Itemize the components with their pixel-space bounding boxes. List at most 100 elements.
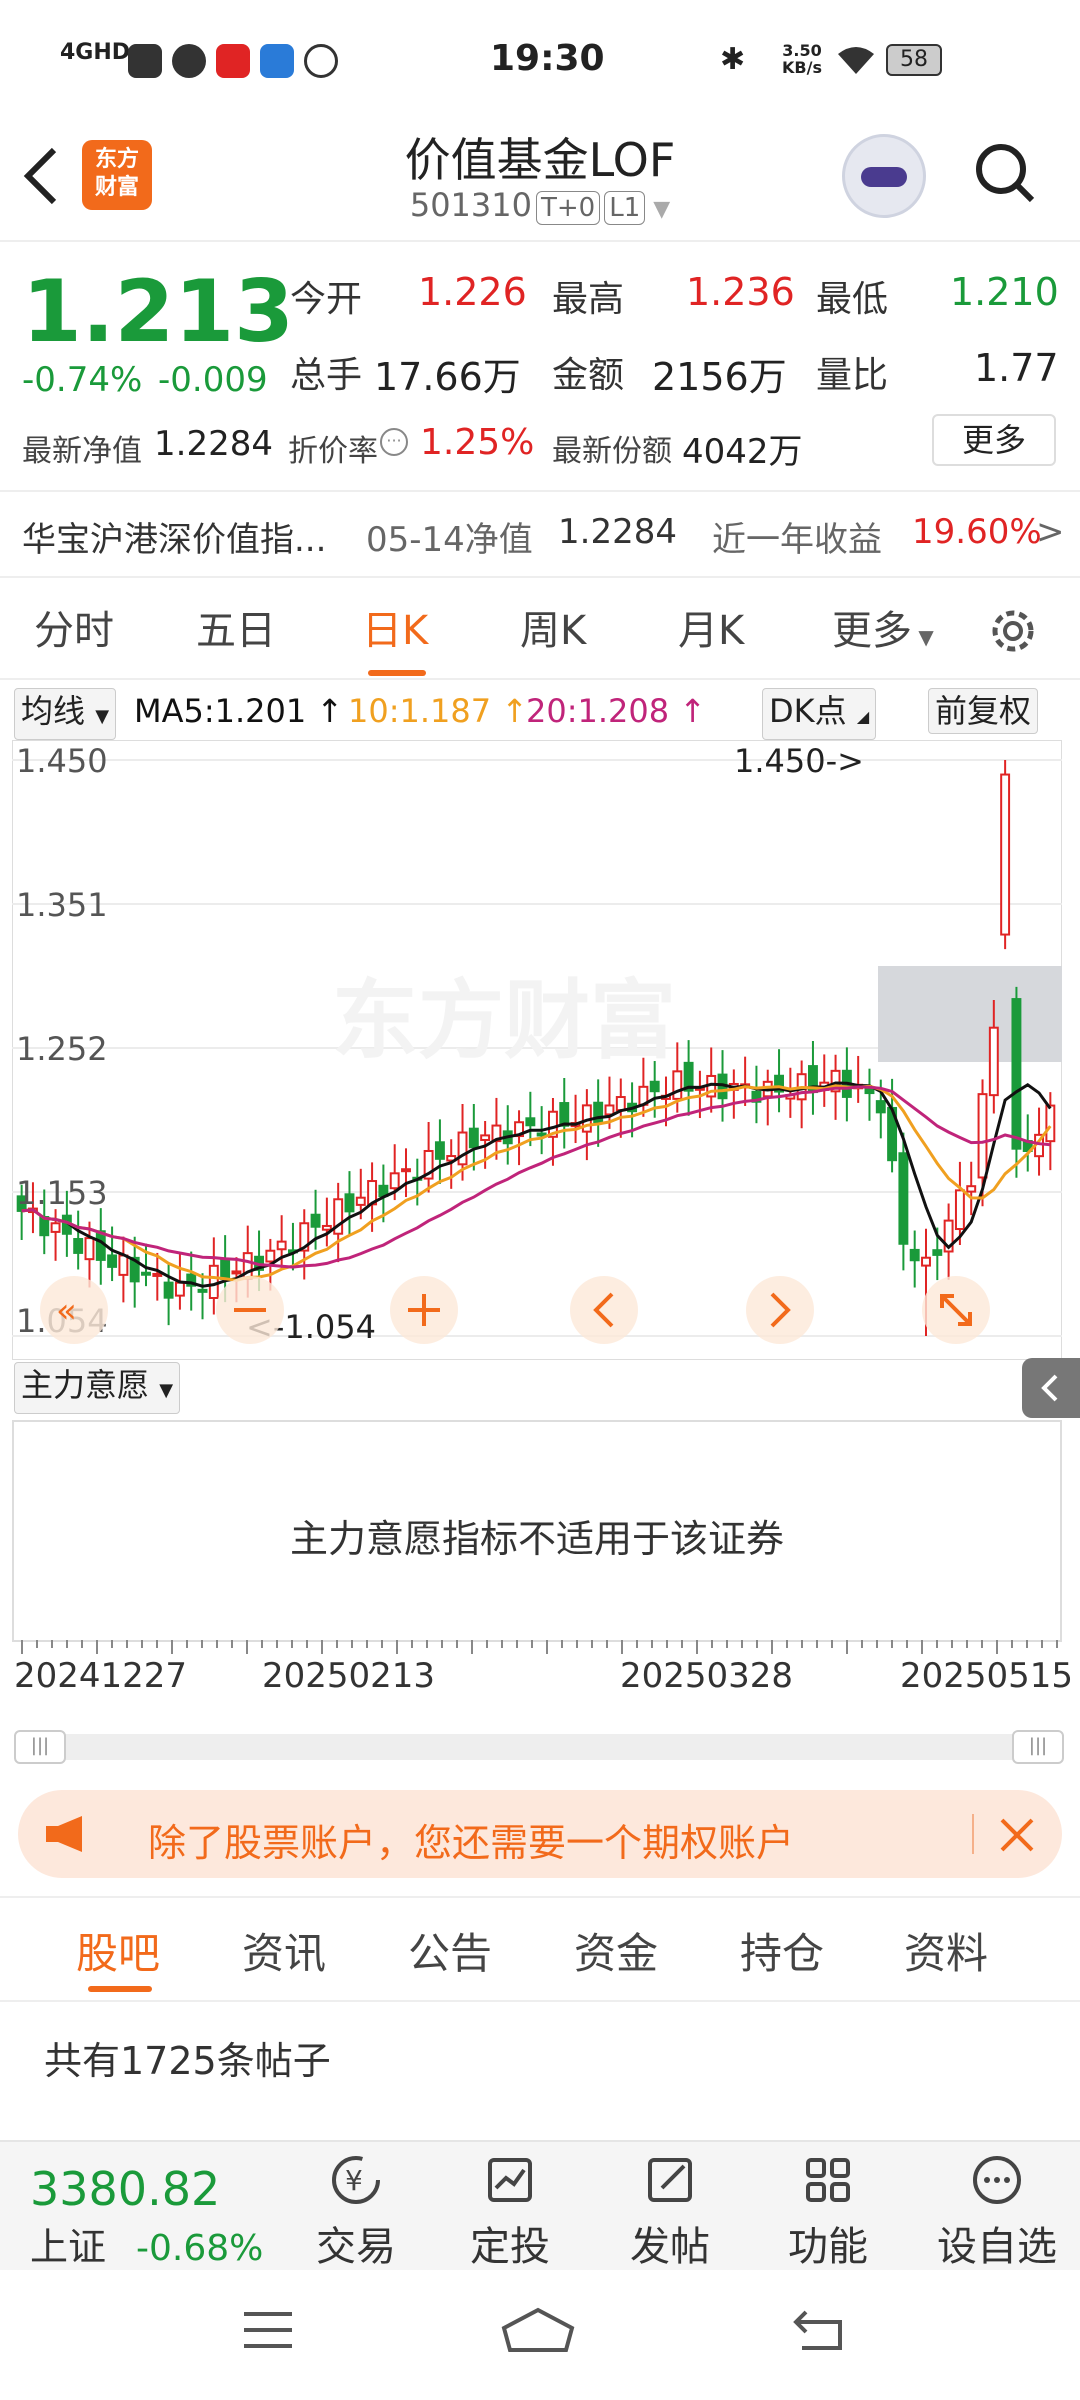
candle-body bbox=[977, 1093, 988, 1179]
high-value: 1.236 bbox=[686, 270, 795, 314]
back-icon[interactable] bbox=[22, 146, 62, 206]
y-tick-label: 1.450 bbox=[16, 742, 108, 780]
megaphone-icon bbox=[46, 1816, 82, 1852]
bluetooth-icon: ✱ bbox=[720, 42, 746, 77]
range-handle-left[interactable]: ||| bbox=[14, 1730, 66, 1764]
market-index-widget[interactable]: 3380.82 上证 -0.68% bbox=[30, 2162, 263, 2271]
candle-body bbox=[163, 1281, 174, 1299]
add-watchlist-button[interactable]: 设自选 bbox=[922, 2152, 1072, 2272]
arrow-up-icon: ↑ bbox=[679, 692, 707, 730]
post-count: 共有1725条帖子 bbox=[44, 2039, 331, 2083]
index-name: 华宝沪港深价值指... bbox=[22, 520, 327, 560]
network-indicator: 4GHD bbox=[60, 40, 131, 65]
tab-news[interactable]: 资讯 bbox=[242, 1920, 326, 1981]
svg-text:¥: ¥ bbox=[345, 2164, 363, 2197]
grid-icon bbox=[806, 2158, 850, 2202]
price-adjust-selector[interactable]: 前复权 bbox=[928, 688, 1039, 734]
collapse-panel-button[interactable] bbox=[1022, 1358, 1080, 1418]
gear-icon[interactable] bbox=[986, 604, 1040, 658]
nav-value: 1.2284 bbox=[154, 424, 273, 464]
search-icon[interactable] bbox=[974, 142, 1036, 204]
candle-body bbox=[401, 1168, 411, 1173]
svg-text:«: « bbox=[56, 1291, 77, 1331]
pan-left-button[interactable] bbox=[570, 1276, 638, 1344]
info-icon[interactable]: ··· bbox=[380, 428, 408, 456]
tab-weekly-k[interactable]: 周K bbox=[520, 598, 586, 656]
zoom-out-button[interactable] bbox=[216, 1276, 284, 1344]
menu-icon[interactable] bbox=[240, 2308, 296, 2352]
back-nav-icon[interactable] bbox=[790, 2306, 846, 2354]
candle-body bbox=[50, 1222, 61, 1233]
shares-value: 4042万 bbox=[682, 432, 803, 472]
fullscreen-button[interactable] bbox=[922, 1276, 990, 1344]
candle-body bbox=[921, 1256, 931, 1267]
tab-funds[interactable]: 资金 bbox=[574, 1920, 658, 1981]
app-notification-icon bbox=[128, 44, 162, 78]
header: 价值基金LOF 501310 T+0 L1 ▼ 东方 财富 bbox=[0, 110, 1080, 240]
tab-intraday[interactable]: 分时 bbox=[34, 598, 114, 656]
app-notification-icon bbox=[304, 44, 338, 78]
dk-point-selector[interactable]: DK点 ◢ bbox=[762, 688, 877, 740]
candle-body bbox=[141, 1271, 151, 1276]
functions-button[interactable]: 功能 bbox=[768, 2152, 888, 2272]
tab-more[interactable]: 更多 ▼ bbox=[832, 598, 934, 656]
candle-body bbox=[389, 1172, 400, 1190]
zoom-in-button[interactable] bbox=[390, 1276, 458, 1344]
low-value: 1.210 bbox=[950, 270, 1059, 314]
ma20-label: 20:1.208 ↑ bbox=[526, 692, 707, 730]
quote-panel: 1.213 -0.74% -0.009 今开 1.226 最高 1.236 最低… bbox=[0, 240, 1080, 490]
range-handle-right[interactable]: ||| bbox=[1012, 1730, 1064, 1764]
ma-selector[interactable]: 均线 ▼ bbox=[14, 688, 117, 740]
more-button[interactable]: 更多 bbox=[932, 414, 1056, 466]
candle-body bbox=[152, 1272, 163, 1277]
candlestick-chart[interactable]: 东方财富 1.4501.3511.2521.1531.054 1.450-> <… bbox=[12, 740, 1062, 1360]
ratio-label: 量比 bbox=[816, 355, 889, 396]
tab-guba[interactable]: 股吧 bbox=[76, 1920, 160, 1981]
pan-right-button[interactable] bbox=[746, 1276, 814, 1344]
range-slider[interactable]: ||| ||| bbox=[14, 1730, 1064, 1764]
tab-announcements[interactable]: 公告 bbox=[408, 1920, 492, 1981]
home-icon[interactable] bbox=[500, 2304, 576, 2356]
discount-value: 1.25% bbox=[420, 422, 535, 463]
index-name: 上证 bbox=[30, 2225, 107, 2269]
candle-body bbox=[615, 1096, 626, 1112]
tab-monthly-k[interactable]: 月K bbox=[678, 598, 744, 656]
tab-daily-k[interactable]: 日K bbox=[362, 598, 428, 656]
candle-body bbox=[932, 1249, 943, 1256]
banner-text: 除了股票账户，您还需要一个期权账户 bbox=[148, 1821, 795, 1865]
open-value: 1.226 bbox=[418, 270, 527, 314]
app-logo: 东方 财富 bbox=[82, 140, 152, 210]
caret-down-icon[interactable]: ▼ bbox=[653, 197, 670, 222]
edit-icon bbox=[648, 2158, 692, 2202]
tab-five-day[interactable]: 五日 bbox=[196, 598, 276, 656]
post-button[interactable]: 发帖 bbox=[610, 2152, 730, 2272]
tracking-index-row[interactable]: 华宝沪港深价值指... 05-14净值 1.2284 近一年收益 19.60% … bbox=[0, 490, 1080, 576]
clock: 19:30 bbox=[490, 38, 605, 79]
tab-profile[interactable]: 资料 bbox=[904, 1920, 988, 1981]
net-speed: 3.50 KB/s bbox=[782, 41, 822, 77]
index-nav-value: 1.2284 bbox=[558, 512, 677, 552]
indicator-selector[interactable]: 主力意愿 ▼ bbox=[14, 1362, 181, 1414]
x-axis-label: 20250213 bbox=[262, 1656, 436, 1696]
candle-body bbox=[1000, 773, 1011, 936]
candle-body bbox=[276, 1240, 287, 1251]
system-nav-bar bbox=[0, 2270, 1080, 2400]
candle-body bbox=[231, 1270, 242, 1275]
x-axis-label: 20250328 bbox=[620, 1656, 794, 1696]
auto-invest-button[interactable]: 定投 bbox=[450, 2152, 570, 2272]
ratio-value: 1.77 bbox=[974, 346, 1059, 390]
candle-body bbox=[434, 1141, 445, 1160]
close-icon[interactable] bbox=[1000, 1818, 1034, 1852]
y-tick-label: 1.351 bbox=[16, 886, 108, 924]
indicator-panel: 主力意愿指标不适用于该证券 bbox=[12, 1420, 1062, 1642]
y-tick-label: 1.252 bbox=[16, 1030, 108, 1068]
amount-value: 2156万 bbox=[652, 355, 787, 399]
tab-holdings[interactable]: 持仓 bbox=[740, 1920, 824, 1981]
scroll-left-button[interactable]: « bbox=[40, 1276, 108, 1344]
active-tab-indicator bbox=[88, 1986, 152, 1992]
nav-label: 最新净值 bbox=[22, 434, 142, 469]
assistant-avatar[interactable] bbox=[842, 134, 926, 218]
options-account-banner[interactable]: 除了股票账户，您还需要一个期权账户 bbox=[18, 1790, 1062, 1878]
trade-button[interactable]: ¥ 交易 bbox=[296, 2152, 416, 2272]
x-axis-labels: 20241227 20250213 20250328 20250515 bbox=[0, 1656, 1080, 1706]
